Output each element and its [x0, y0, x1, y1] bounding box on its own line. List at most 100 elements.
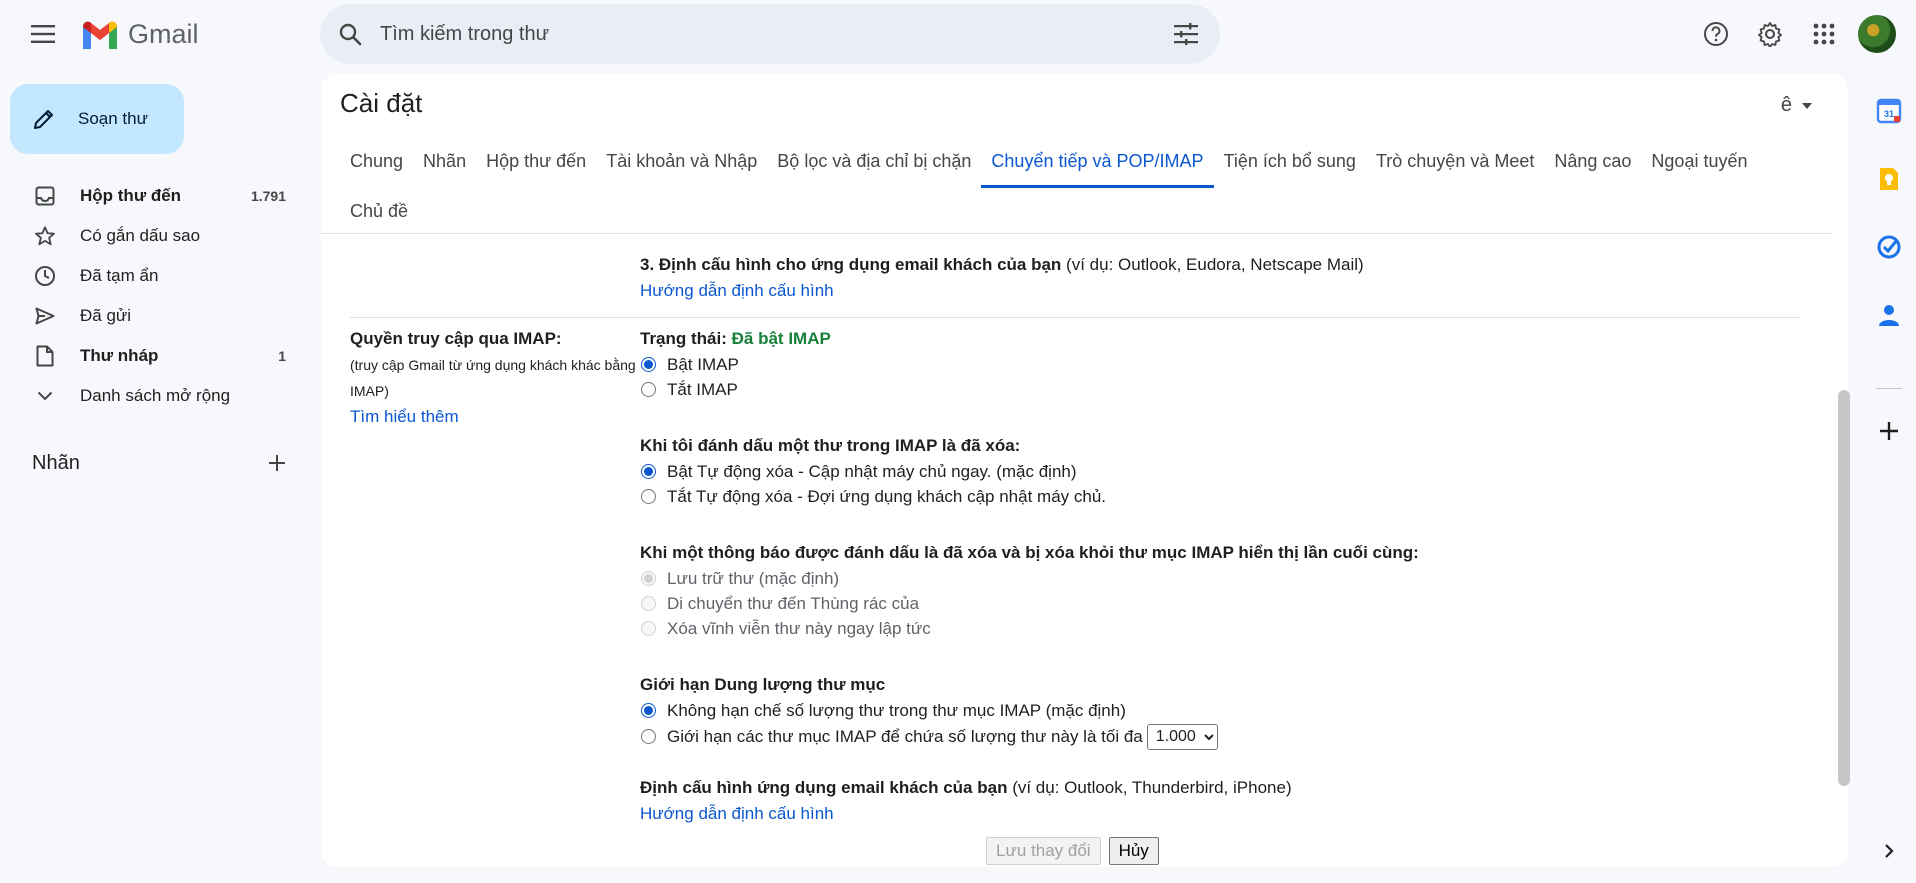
- side-panel-divider: [1876, 388, 1902, 389]
- folder-limit-option[interactable]: Giới hạn các thư mục IMAP để chứa số lượ…: [640, 723, 1790, 750]
- sidebar-item-more[interactable]: Danh sách mở rộng: [0, 376, 300, 416]
- sidebar-item-label: Có gắn dấu sao: [80, 226, 201, 245]
- save-changes-button[interactable]: Lưu thay đổi: [986, 837, 1101, 865]
- imap-label: Quyền truy cập qua IMAP:: [350, 329, 562, 348]
- imap-options: Trạng thái: Đã bật IMAP Bật IMAP Tắt IMA…: [640, 326, 1790, 827]
- option-label: Xóa vĩnh viễn thư này ngay lập tức: [667, 618, 931, 638]
- sidebar-item-label: Thư nháp: [80, 346, 159, 365]
- pop-config-heading: 3. Định cấu hình cho ứng dụng email khác…: [640, 255, 1062, 274]
- sidebar-item-label: Hộp thư đến: [80, 186, 182, 205]
- search-icon: [339, 23, 362, 46]
- search-bar: [320, 4, 1220, 64]
- compose-label: Soạn thư: [78, 109, 148, 128]
- settings-panel: Cài đặt ê Chung Nhãn Hộp thư đến Tài kho…: [321, 74, 1848, 867]
- tab-general[interactable]: Chung: [340, 138, 413, 188]
- folder-limit-select[interactable]: 1.000: [1146, 723, 1218, 750]
- compose-button[interactable]: Soạn thư: [10, 84, 184, 154]
- account-avatar[interactable]: [1856, 13, 1898, 55]
- deleted-trash-radio[interactable]: [641, 596, 656, 611]
- draft-count: 1: [278, 348, 286, 364]
- settings-scrollbar[interactable]: [1838, 390, 1850, 786]
- imap-disable-radio[interactable]: [641, 382, 656, 397]
- imap-enable-option[interactable]: Bật IMAP: [640, 352, 1790, 377]
- sidebar-item-drafts[interactable]: Thư nháp 1: [0, 336, 300, 376]
- tab-filters-blocked[interactable]: Bộ lọc và địa chỉ bị chặn: [767, 138, 981, 188]
- google-apps-button[interactable]: [1802, 12, 1846, 56]
- gmail-m-icon: [83, 21, 117, 49]
- tab-row-1: Chung Nhãn Hộp thư đến Tài khoản và Nhập…: [340, 138, 1810, 188]
- imap-disable-option[interactable]: Tắt IMAP: [640, 377, 1790, 402]
- get-addons-button[interactable]: [1874, 416, 1904, 446]
- tab-themes[interactable]: Chủ đề: [340, 188, 418, 238]
- sidebar-item-inbox[interactable]: Hộp thư đến 1.791: [0, 176, 300, 216]
- tab-addons[interactable]: Tiện ích bổ sung: [1214, 138, 1366, 188]
- tab-row-2: Chủ đề: [340, 188, 1810, 238]
- folder-limit-radio[interactable]: [641, 729, 656, 744]
- tab-forwarding-pop-imap[interactable]: Chuyển tiếp và POP/IMAP: [981, 138, 1214, 188]
- cancel-button[interactable]: Hủy: [1108, 837, 1159, 865]
- option-label: Tắt Tự động xóa - Đợi ứng dụng khách cập…: [667, 486, 1107, 506]
- show-side-panel-button[interactable]: [1874, 836, 1904, 866]
- star-icon: [32, 223, 58, 249]
- gmail-logo[interactable]: Gmail: [80, 16, 199, 52]
- deleted-forever-radio[interactable]: [641, 621, 656, 636]
- create-label-button[interactable]: [262, 448, 292, 478]
- deleted-title: Khi một thông báo được đánh dấu là đã xó…: [640, 543, 1419, 562]
- labels-section-header: Nhãn: [32, 448, 292, 478]
- imap-sublabel: (truy cập Gmail từ ứng dụng khách khác b…: [350, 357, 636, 399]
- expunge-off-radio[interactable]: [641, 489, 656, 504]
- unread-count: 1.791: [250, 188, 286, 204]
- labels-heading: Nhãn: [32, 451, 80, 474]
- calendar-app-button[interactable]: 31: [1874, 96, 1904, 126]
- option-label: Không hạn chế số lượng thư trong thư mục…: [667, 700, 1126, 720]
- sidebar-item-label: Đã tạm ẩn: [80, 266, 159, 285]
- expunge-off-option[interactable]: Tắt Tự động xóa - Đợi ứng dụng khách cập…: [640, 484, 1790, 509]
- sidebar-item-starred[interactable]: Có gắn dấu sao: [0, 216, 300, 256]
- deleted-archive-radio[interactable]: [641, 571, 656, 586]
- expunge-on-option[interactable]: Bật Tự động xóa - Cập nhật máy chủ ngay.…: [640, 459, 1790, 484]
- tab-offline[interactable]: Ngoại tuyến: [1641, 138, 1757, 188]
- option-label: Bật Tự động xóa - Cập nhật máy chủ ngay.…: [667, 461, 1077, 481]
- settings-button[interactable]: [1748, 12, 1792, 56]
- keep-app-button[interactable]: [1874, 164, 1904, 194]
- search-options-button[interactable]: [1158, 6, 1214, 62]
- account-toolbar: [1694, 12, 1898, 56]
- search-input[interactable]: [380, 22, 1158, 46]
- sidebar-item-sent[interactable]: Đã gửi: [0, 296, 300, 336]
- search-button[interactable]: [320, 4, 380, 64]
- input-tools-button[interactable]: ê: [1781, 94, 1812, 117]
- client-config-instructions-link[interactable]: Hướng dẫn định cấu hình: [640, 804, 834, 823]
- help-icon: [1704, 22, 1728, 46]
- expunge-on-radio[interactable]: [641, 464, 656, 479]
- option-label: Di chuyển thư đến Thùng rác của: [667, 593, 920, 613]
- tab-labels[interactable]: Nhãn: [413, 138, 476, 188]
- imap-learn-more-link[interactable]: Tìm hiểu thêm: [350, 407, 459, 426]
- imap-status-prefix: Trạng thái:: [640, 329, 727, 348]
- sidebar-item-snoozed[interactable]: Đã tạm ẩn: [0, 256, 300, 296]
- tasks-app-button[interactable]: [1874, 232, 1904, 262]
- imap-enable-radio[interactable]: [641, 357, 656, 372]
- client-config-example: (ví dụ: Outlook, Thunderbird, iPhone): [1012, 778, 1292, 797]
- tab-advanced[interactable]: Nâng cao: [1544, 138, 1641, 188]
- option-label: Lưu trữ thư (mặc định): [667, 568, 840, 588]
- tab-inbox[interactable]: Hộp thư đến: [476, 138, 596, 188]
- folder-unlimited-option[interactable]: Không hạn chế số lượng thư trong thư mục…: [640, 698, 1790, 723]
- draft-icon: [32, 343, 58, 369]
- tab-accounts-import[interactable]: Tài khoản và Nhập: [596, 138, 767, 188]
- contacts-app-button[interactable]: [1874, 300, 1904, 330]
- calendar-day: 31: [1884, 109, 1894, 119]
- imap-status-value: Đã bật IMAP: [731, 329, 831, 348]
- apps-grid-icon: [1813, 23, 1835, 45]
- settings-actions: Lưu thay đổi Hủy: [986, 837, 1159, 865]
- deleted-forever-option[interactable]: Xóa vĩnh viễn thư này ngay lập tức: [640, 616, 1790, 641]
- page-title: Cài đặt: [340, 88, 423, 118]
- deleted-trash-option[interactable]: Di chuyển thư đến Thùng rác của: [640, 591, 1790, 616]
- main-menu-button[interactable]: [26, 17, 60, 51]
- support-button[interactable]: [1694, 12, 1738, 56]
- folder-unlimited-radio[interactable]: [641, 703, 656, 718]
- pop-config-instructions-link[interactable]: Hướng dẫn định cấu hình: [640, 281, 834, 300]
- option-label: Giới hạn các thư mục IMAP để chứa số lượ…: [667, 726, 1143, 746]
- folder-limit-title: Giới hạn Dung lượng thư mục: [640, 675, 886, 694]
- deleted-archive-option[interactable]: Lưu trữ thư (mặc định): [640, 566, 1790, 591]
- tab-chat-meet[interactable]: Trò chuyện và Meet: [1366, 138, 1544, 188]
